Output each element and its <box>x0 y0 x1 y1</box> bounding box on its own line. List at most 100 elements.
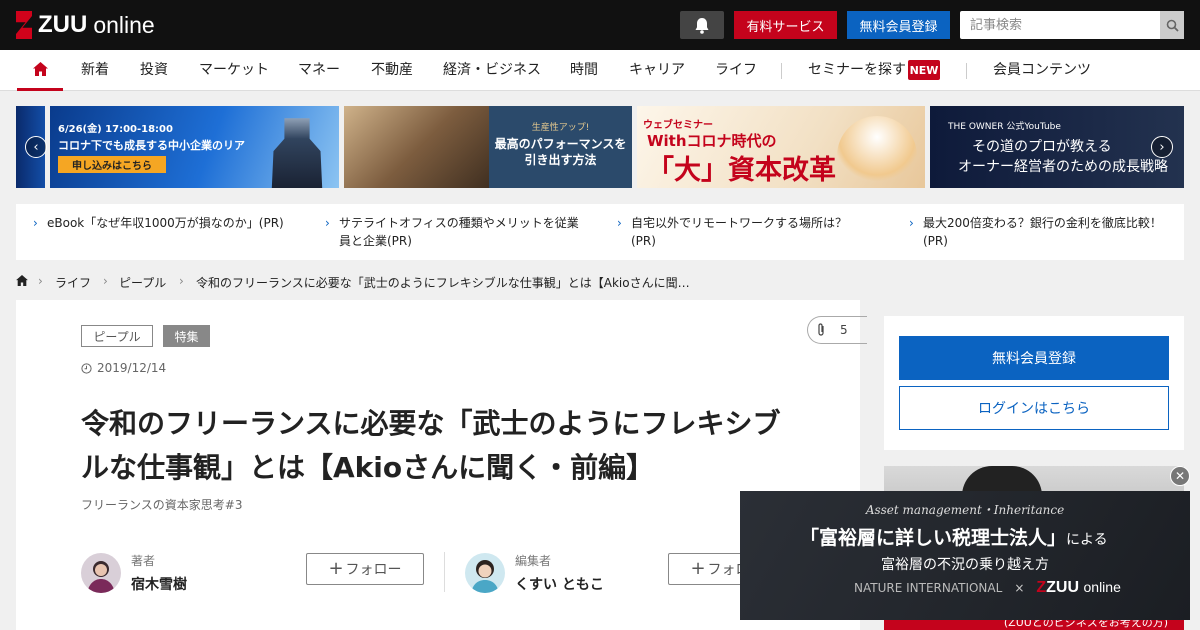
search-box <box>960 11 1184 39</box>
banner-title: 最高のパフォーマンスを引き出す方法 <box>494 137 627 167</box>
new-badge: NEW <box>908 60 940 80</box>
breadcrumb-separator: › <box>179 274 184 288</box>
paid-service-button[interactable]: 有料サービス <box>734 11 837 39</box>
promo-link[interactable]: › 自宅以外でリモートワークする場所は？(PR) <box>617 214 871 250</box>
breadcrumb-people[interactable]: ピープル <box>119 274 166 291</box>
publish-date: 2019/12/14 <box>81 361 166 375</box>
ad-headline: 「富裕層に詳しい税理士法人」による <box>800 523 1108 550</box>
tag-people[interactable]: ピープル <box>81 325 153 347</box>
carousel-next-button[interactable]: › <box>1151 136 1173 158</box>
chevron-right-icon: › <box>1159 139 1165 155</box>
author-role: 著者 <box>131 554 156 568</box>
carousel-prev-button[interactable]: ‹ <box>25 136 47 158</box>
article-card: ピープル 特集 5 2019/12/14 令和のフリーランスに必要な「武士のよう… <box>16 300 867 630</box>
nav-item-life[interactable]: ライフ <box>715 50 757 91</box>
floating-ad[interactable]: Asset management・Inheritance 「富裕層に詳しい税理士… <box>740 491 1190 620</box>
nav-item-member[interactable]: 会員コンテンツ <box>993 50 1091 91</box>
nav-item-economy[interactable]: 経済・ビジネス <box>443 50 541 91</box>
promo-link[interactable]: › eBook「なぜ年収1000万が損なのか」(PR) <box>33 214 312 232</box>
ad-cross: × <box>1014 581 1025 595</box>
nav-item-seminar[interactable]: セミナーを探す <box>808 50 906 91</box>
author-name: 宿木雪樹 <box>131 577 187 593</box>
follow-author-button[interactable]: + フォロー <box>306 553 424 585</box>
publish-date-text: 2019/12/14 <box>97 361 167 375</box>
main-nav: 新着 投資 マーケット マネー 不動産 経済・ビジネス 時間 キャリア ライフ … <box>0 50 1200 91</box>
breadcrumb-separator: › <box>103 274 108 288</box>
logo-subtext: online <box>93 11 155 38</box>
promo-link-text: サテライトオフィスの種類やメリットを従業員と企業(PR) <box>339 216 579 248</box>
zuu-logo-text: ZUU <box>1046 579 1080 596</box>
banner-productivity[interactable]: 生産性アップ! 最高のパフォーマンスを引き出す方法 <box>344 106 632 188</box>
banner-sub: THE OWNER 公式YouTube <box>948 122 1061 132</box>
banner-title: オーナー経営者のための成長戦略 <box>958 159 1168 175</box>
banner-panel: 生産性アップ! 最高のパフォーマンスを引き出す方法 <box>489 106 632 188</box>
chevron-right-icon: › <box>325 216 330 230</box>
logo-text: ZUU <box>38 11 88 38</box>
partner-logo: NATURE INTERNATIONAL <box>854 581 1003 595</box>
clip-count: 5 <box>840 323 848 337</box>
nav-item-realestate[interactable]: 不動産 <box>371 50 413 91</box>
nav-item-career[interactable]: キャリア <box>629 50 685 91</box>
ad-headline-suffix: による <box>1066 532 1108 548</box>
breadcrumb-home[interactable] <box>16 275 28 289</box>
site-logo[interactable]: ZUU online <box>16 11 155 39</box>
sidebar-auth: 無料会員登録 ログインはこちら <box>884 316 1184 450</box>
sidebar-login-button[interactable]: ログインはこちら <box>899 386 1169 430</box>
notification-button[interactable] <box>680 11 724 39</box>
search-input[interactable] <box>960 11 1156 39</box>
promo-link-text: 自宅以外でリモートワークする場所は？(PR) <box>631 216 848 248</box>
banner-capital-reform[interactable]: ウェブセミナー Withコロナ時代の 「大」資本改革 <box>637 106 925 188</box>
plus-icon: + <box>328 558 344 579</box>
chevron-left-icon: ‹ <box>33 139 39 155</box>
chevron-right-icon: › <box>909 216 914 230</box>
sidebar-register-button[interactable]: 無料会員登録 <box>899 336 1169 380</box>
promo-link[interactable]: › サテライトオフィスの種類やメリットを従業員と企業(PR) <box>325 214 589 250</box>
close-icon: ✕ <box>1174 469 1186 483</box>
banner-title: その道のプロが教える <box>972 139 1112 155</box>
promo-link-text: eBook「なぜ年収1000万が損なのか」(PR) <box>47 216 284 230</box>
ad-partners: NATURE INTERNATIONAL × ZZUU online <box>854 579 1121 597</box>
speaker-photo <box>271 118 323 188</box>
series-label[interactable]: フリーランスの資本家思考#3 <box>81 496 242 513</box>
home-icon <box>32 62 48 76</box>
banner-cta: 申し込みはこちら <box>58 156 166 173</box>
editor-role: 編集者 <box>515 554 552 568</box>
banner-carousel: 6/26(金) 17:00-18:00 コロナ下でも成長する中小企業のリアル 申… <box>16 106 1184 188</box>
promo-links: › eBook「なぜ年収1000万が損なのか」(PR) › サテライトオフィスの… <box>16 204 1184 260</box>
hands-graphic <box>837 116 917 186</box>
nav-item-invest[interactable]: 投資 <box>140 50 168 91</box>
close-ad-button[interactable]: ✕ <box>1170 466 1190 486</box>
avatar <box>465 553 505 593</box>
search-button[interactable] <box>1160 11 1184 39</box>
zuu-logo: ZZUU online <box>1036 579 1121 597</box>
banner-sub: 生産性アップ! <box>531 123 590 133</box>
nav-divider <box>966 63 967 79</box>
follow-label: フォロー <box>345 562 402 578</box>
ad-headline-text: 「富裕層に詳しい税理士法人」 <box>800 527 1067 549</box>
promo-link[interactable]: › 最大200倍変わる？銀行の金利を徹底比較！(PR) <box>909 214 1178 250</box>
breadcrumb-current: 令和のフリーランスに必要な「武士のようにフレキシブルな仕事観」とは【Akioさん… <box>196 276 690 290</box>
chevron-right-icon: › <box>617 216 622 230</box>
nav-divider <box>781 63 782 79</box>
article-title: 令和のフリーランスに必要な「武士のようにフレキシブルな仕事観」とは【Akioさん… <box>81 407 781 484</box>
ad-subtitle: Asset management・Inheritance <box>865 503 1065 517</box>
nav-item-market[interactable]: マーケット <box>199 50 269 91</box>
breadcrumb-life[interactable]: ライフ <box>55 274 91 291</box>
clock-icon <box>81 362 92 374</box>
nav-item-new[interactable]: 新着 <box>81 50 109 91</box>
clip-button[interactable]: 5 <box>807 316 867 344</box>
office-photo <box>344 106 494 188</box>
promo-link-text: 最大200倍変わる？銀行の金利を徹底比較！(PR) <box>923 216 1162 248</box>
nav-item-time[interactable]: 時間 <box>570 50 598 91</box>
nav-home[interactable] <box>17 50 63 91</box>
free-register-button[interactable]: 無料会員登録 <box>847 11 950 39</box>
zuu-logo-icon <box>16 11 32 39</box>
editor-name: くすい ともこ <box>515 577 604 593</box>
avatar <box>81 553 121 593</box>
top-bar: ZUU online 有料サービス 無料会員登録 <box>0 0 1200 50</box>
zuu-logo-subtext: online <box>1083 579 1121 595</box>
tag-feature[interactable]: 特集 <box>163 325 210 347</box>
banner-webinar-sme[interactable]: 6/26(金) 17:00-18:00 コロナ下でも成長する中小企業のリアル 申… <box>50 106 339 188</box>
banner-owner-youtube[interactable]: THE OWNER 公式YouTube その道のプロが教える オーナー経営者のた… <box>930 106 1184 188</box>
nav-item-money[interactable]: マネー <box>298 50 340 91</box>
